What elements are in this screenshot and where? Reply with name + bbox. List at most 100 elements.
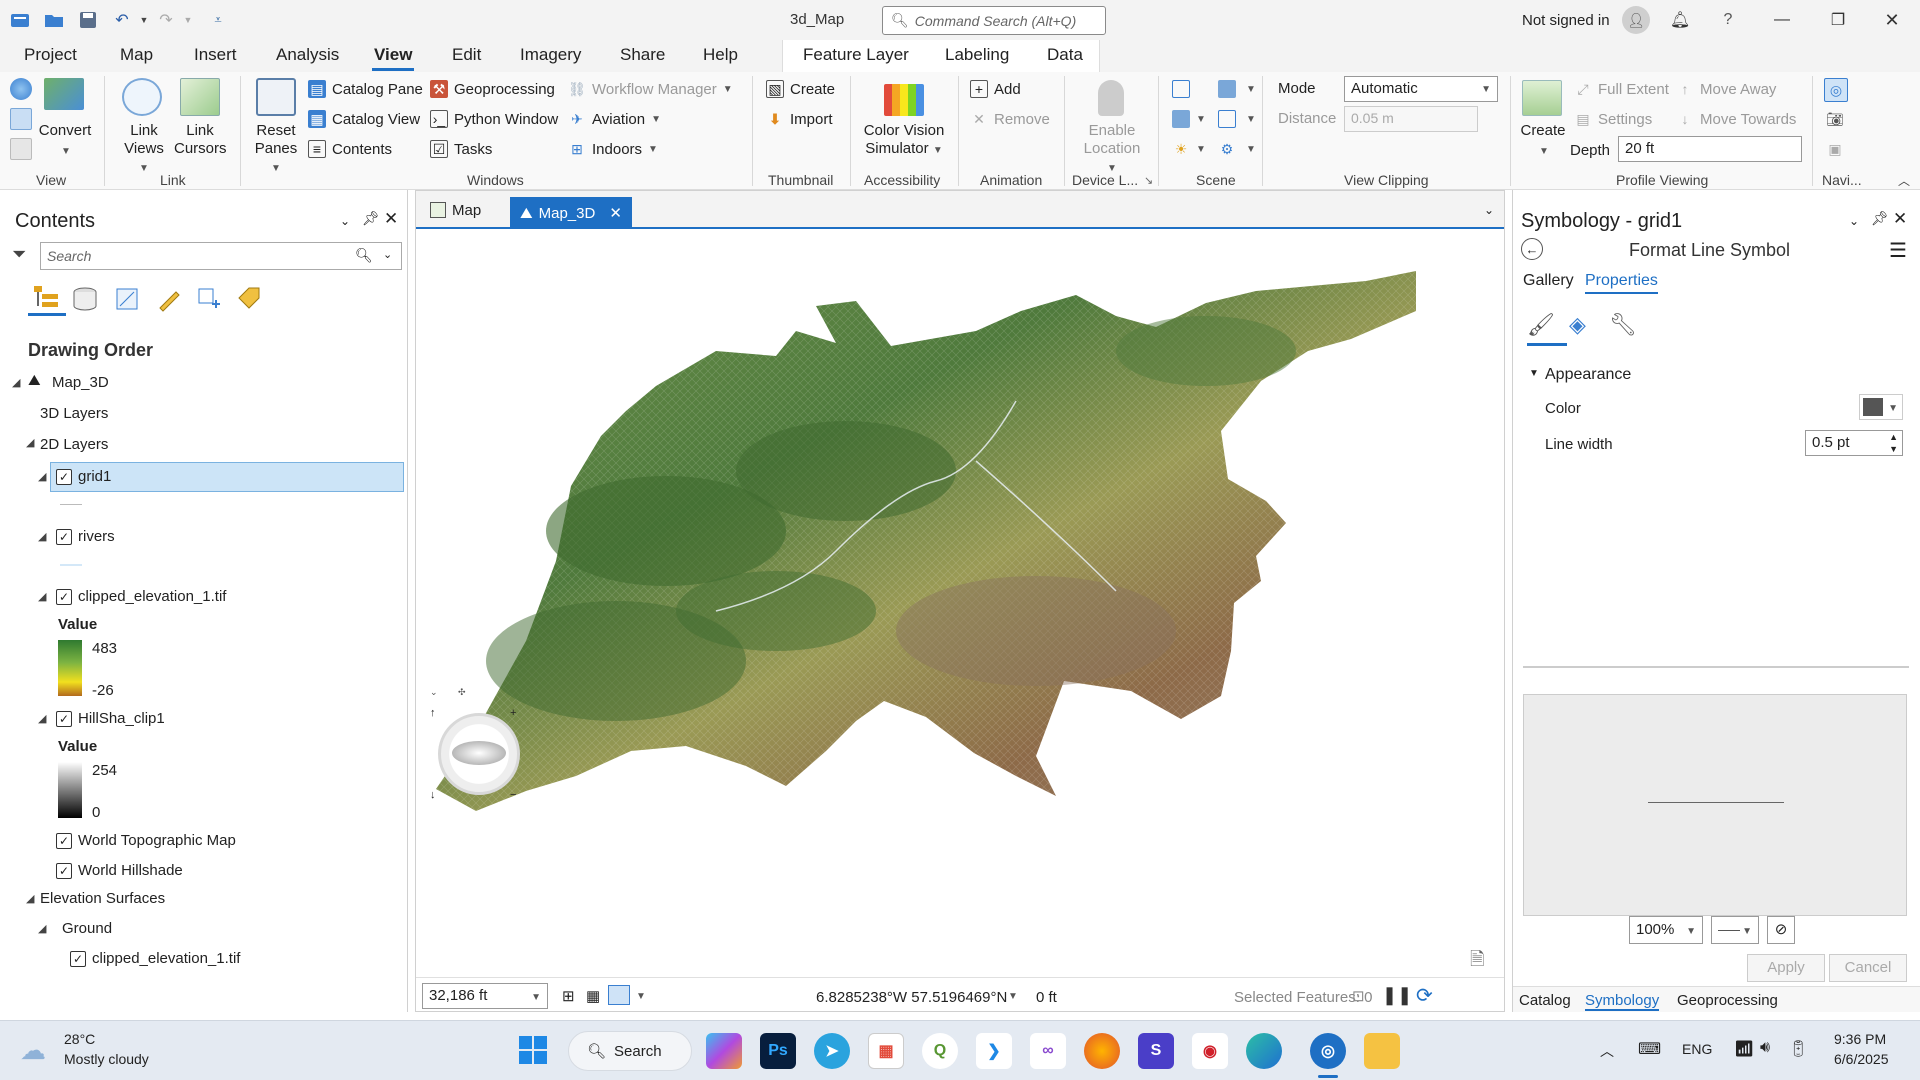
python-window-button[interactable]: ›_ Python Window <box>430 110 558 128</box>
profile-create-icon[interactable] <box>1522 80 1562 116</box>
scene-tool-4-dropdown[interactable]: ▼ <box>1246 114 1256 125</box>
close-pane-icon[interactable]: ✕ <box>1893 209 1907 229</box>
bottom-tab-symbology[interactable]: Symbology <box>1585 992 1660 1011</box>
user-avatar-icon[interactable]: 👤︎ <box>1622 6 1650 34</box>
ground-layer-checkbox[interactable]: ✓ <box>70 951 86 967</box>
line-width-input[interactable]: 0.5 pt ▲ ▼ <box>1805 430 1903 456</box>
preview-zoom-select[interactable]: 100% ▼ <box>1629 916 1703 944</box>
location-pin-icon[interactable] <box>1098 80 1124 116</box>
taskbar-search[interactable]: 🔍︎ Search <box>568 1031 692 1071</box>
layer-hillshade-label[interactable]: HillSha_clip1 <box>78 710 165 727</box>
restore-button[interactable]: ❐ <box>1818 6 1858 34</box>
recorder-icon[interactable]: ◉ <box>1192 1033 1228 1069</box>
nav-tool-icon[interactable]: ▣ <box>1826 140 1844 158</box>
tab-map[interactable]: Map <box>420 197 491 223</box>
splitter[interactable] <box>1523 666 1909 668</box>
catalog-view-button[interactable]: ▦ Catalog View <box>308 110 420 128</box>
telegram-icon[interactable]: ➤ <box>814 1033 850 1069</box>
navigate-icon[interactable]: ◎ <box>1824 78 1848 102</box>
rivers-symbol[interactable] <box>60 564 82 566</box>
expand-hillshade-icon[interactable]: ◢ <box>38 712 46 725</box>
tray-overflow-icon[interactable]: ︿ <box>1600 1041 1614 1061</box>
selection-view-icon[interactable] <box>114 286 142 312</box>
arcgis-pro-icon[interactable]: ◎ <box>1310 1033 1346 1069</box>
firefox-icon[interactable] <box>1084 1033 1120 1069</box>
2d-layers-heading[interactable]: 2D Layers <box>40 436 108 453</box>
thumbnail-import-button[interactable]: ⬇ Import <box>766 110 832 128</box>
scene-tool-3-dropdown[interactable]: ▼ <box>1196 114 1206 125</box>
clock-date[interactable]: 6/6/2025 <box>1834 1051 1889 1067</box>
constraints-toggle-icon[interactable] <box>608 985 630 1005</box>
hillshade-gray-ramp[interactable] <box>58 762 82 818</box>
menu-map[interactable]: Map <box>118 45 155 65</box>
apply-button[interactable]: Apply <box>1747 954 1825 982</box>
save-icon[interactable] <box>76 8 100 32</box>
color-vision-simulator-button[interactable]: Color Vision Simulator ▼ <box>860 122 948 160</box>
redo-icon[interactable]: ↷ <box>154 8 178 32</box>
sun-dropdown[interactable]: ▼ <box>1196 144 1206 155</box>
menu-help[interactable]: Help <box>701 45 740 65</box>
tab-gallery[interactable]: Gallery <box>1523 272 1574 290</box>
weather-temperature[interactable]: 28°C <box>64 1031 95 1047</box>
symbol-brush-icon[interactable]: 🖌︎ <box>1527 312 1567 346</box>
ground-label[interactable]: Ground <box>62 920 112 937</box>
pane-menu-chevron-icon[interactable]: ⌄ <box>1849 214 1859 228</box>
world-topo-checkbox[interactable]: ✓ <box>56 833 72 849</box>
undo-dropdown-icon[interactable]: ▼ <box>132 8 156 32</box>
copilot-icon[interactable] <box>706 1033 742 1069</box>
close-tab-icon[interactable]: ✕ <box>609 204 622 222</box>
grid-toggle-icon[interactable]: ▦ <box>586 987 600 1005</box>
expand-elevation-surfaces-icon[interactable]: ◢ <box>26 892 34 905</box>
enable-location-button[interactable]: Enable Location ▼ <box>1078 122 1146 178</box>
weather-condition[interactable]: Mostly cloudy <box>64 1051 149 1067</box>
layout-icon[interactable] <box>10 138 32 160</box>
navigator-zoom-out-icon[interactable]: − <box>510 789 516 801</box>
open-icon[interactable] <box>42 8 66 32</box>
reset-panes-icon[interactable] <box>256 78 296 116</box>
battery-icon[interactable]: 🔋︎ <box>1788 1039 1808 1059</box>
bottom-tab-catalog[interactable]: Catalog <box>1519 992 1571 1009</box>
app-swirl-icon[interactable]: S <box>1138 1033 1174 1069</box>
status-options-dropdown[interactable]: ▼ <box>636 991 646 1002</box>
close-button[interactable]: ✕ <box>1872 6 1912 34</box>
bottom-tab-geoprocessing[interactable]: Geoprocessing <box>1677 992 1778 1009</box>
redo-dropdown-icon[interactable]: ▼ <box>176 8 200 32</box>
menu-analysis[interactable]: Analysis <box>274 45 341 65</box>
navigator-zoom-in-icon[interactable]: + <box>510 707 516 719</box>
symbol-wrench-icon[interactable]: 🔧︎ <box>1609 312 1645 346</box>
keyboard-icon[interactable]: ⌨ <box>1638 1039 1661 1059</box>
menu-insert[interactable]: Insert <box>192 45 239 65</box>
visual-studio-icon[interactable]: ∞ <box>1030 1033 1066 1069</box>
link-views-icon[interactable] <box>122 78 162 116</box>
cancel-button[interactable]: Cancel <box>1829 954 1907 982</box>
rivers-visibility-checkbox[interactable]: ✓ <box>56 529 72 545</box>
tab-data[interactable]: Data <box>1045 45 1085 65</box>
convert-icon[interactable] <box>44 78 84 110</box>
collapse-ribbon-icon[interactable]: ︿ <box>1898 172 1910 189</box>
move-away-button[interactable]: ↑ Move Away <box>1676 80 1777 98</box>
elevation-color-ramp[interactable] <box>58 640 82 696</box>
menu-view[interactable]: View <box>372 45 415 71</box>
navigator-widget[interactable]: ⌄ ✣ ↑ + <box>430 687 520 795</box>
menu-share[interactable]: Share <box>618 45 667 65</box>
appearance-heading[interactable]: Appearance <box>1545 366 1631 384</box>
coordinate-format-dropdown[interactable]: ▼ <box>1008 991 1018 1002</box>
geoprocessing-button[interactable]: ⚒ Geoprocessing <box>430 80 555 98</box>
3d-layers-heading[interactable]: 3D Layers <box>40 405 108 422</box>
color-picker[interactable]: ▼ <box>1859 394 1903 420</box>
clock-time[interactable]: 9:36 PM <box>1834 1031 1886 1047</box>
navigator-globe-icon[interactable] <box>452 741 506 765</box>
navigator-collapse-icon[interactable]: ⌄ <box>430 687 438 698</box>
back-arrow-icon[interactable]: ← <box>1521 238 1543 260</box>
tasks-button[interactable]: ☑ Tasks <box>430 140 492 158</box>
scene-tool-4-icon[interactable] <box>1218 110 1236 128</box>
minimize-button[interactable]: — <box>1762 6 1802 34</box>
menu-edit[interactable]: Edit <box>450 45 483 65</box>
labeling-view-icon[interactable] <box>236 286 264 312</box>
data-source-view-icon[interactable] <box>72 286 100 312</box>
globe-icon[interactable] <box>10 78 32 100</box>
indoors-button[interactable]: ⊞ Indoors ▼ <box>568 140 658 158</box>
map-name[interactable]: Map_3D <box>52 374 109 391</box>
scene-tool-2-dropdown[interactable]: ▼ <box>1246 84 1256 95</box>
wifi-icon[interactable]: 📶︎ <box>1734 1039 1754 1059</box>
